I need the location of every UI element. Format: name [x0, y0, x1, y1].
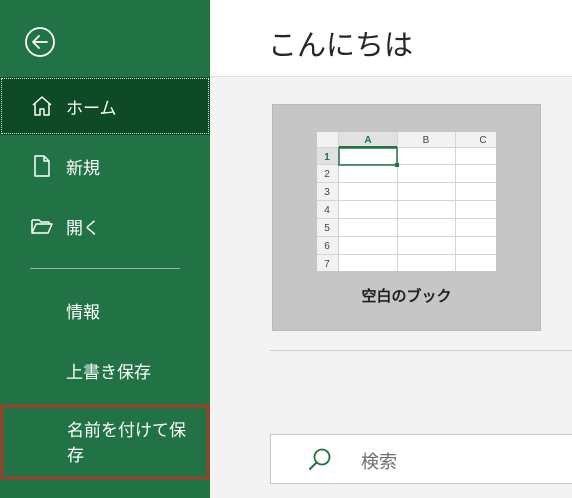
row-header-7: 7	[324, 259, 330, 270]
row-header-1: 1	[324, 152, 330, 163]
search-input[interactable]: 検索	[270, 434, 572, 484]
row-header-4: 4	[324, 205, 330, 216]
sidebar-divider	[30, 268, 180, 269]
column-header-c: C	[479, 135, 486, 146]
search-placeholder: 検索	[361, 452, 397, 473]
workbook-thumbnail: A B C 1 2 3 4 5 6 7	[317, 132, 496, 271]
row-header-3: 3	[324, 187, 330, 198]
back-button[interactable]	[24, 26, 56, 58]
folder-open-icon	[30, 214, 54, 238]
row-header-5: 5	[324, 223, 330, 234]
nav-item-new-label: 新規	[66, 158, 100, 179]
column-header-a: A	[364, 135, 371, 146]
nav-item-info[interactable]: 情報	[66, 298, 100, 323]
new-document-icon	[30, 154, 54, 178]
nav-item-save-as[interactable]: 名前を付けて保存	[1, 405, 209, 479]
template-label: 空白のブック	[361, 287, 452, 305]
blank-workbook-template[interactable]: A B C 1 2 3 4 5 6 7 空白のブック	[272, 104, 541, 331]
nav-item-save-as-label: 名前を付けて保存	[67, 421, 186, 466]
column-header-b: B	[423, 135, 430, 146]
header-bar: こんにちは	[210, 0, 572, 77]
backstage-sidebar: ホーム 新規 開く 情報 上書き保存 名前を付けて保存	[0, 0, 210, 498]
row-header-6: 6	[324, 241, 330, 252]
nav-item-open-label: 開く	[66, 218, 100, 239]
nav-item-open[interactable]: 開く	[0, 197, 210, 255]
nav-item-home-label: ホーム	[66, 98, 117, 119]
home-icon	[30, 94, 54, 118]
nav-item-home[interactable]: ホーム	[0, 77, 210, 135]
nav-item-new[interactable]: 新規	[0, 137, 210, 195]
content-divider	[270, 350, 572, 351]
nav-item-save[interactable]: 上書き保存	[66, 358, 151, 383]
page-title: こんにちは	[268, 28, 414, 62]
search-icon	[309, 448, 331, 470]
back-arrow-icon	[25, 27, 55, 57]
row-header-2: 2	[324, 169, 330, 180]
